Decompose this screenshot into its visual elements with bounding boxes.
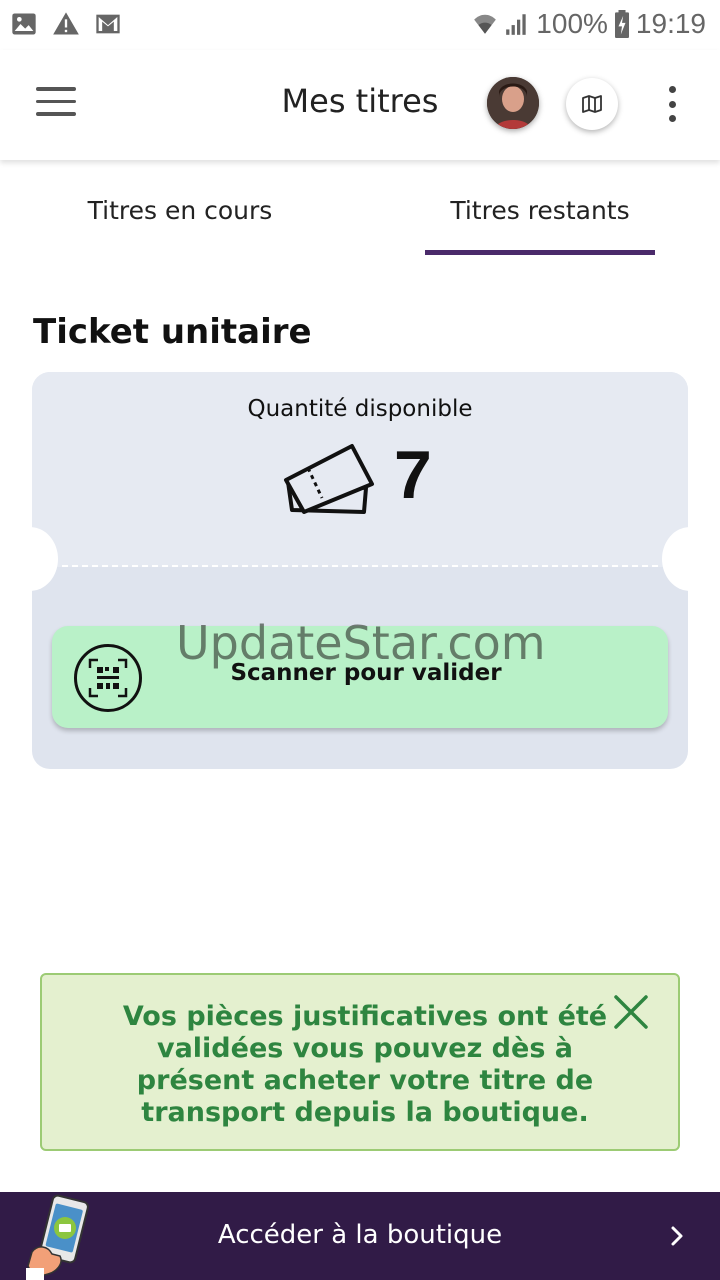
clock: 19:19: [635, 8, 706, 39]
ticket-card: Quantité disponible 7 Scanner pour valid…: [32, 372, 688, 769]
signal-icon: [506, 14, 526, 35]
chevron-right-icon: [671, 1226, 683, 1246]
quantity-label: Quantité disponible: [247, 396, 473, 422]
system-status: 100% 19:19: [472, 8, 706, 40]
watermark: UpdateStar.com: [176, 616, 546, 670]
map-button[interactable]: [566, 78, 618, 130]
tab-titres-restants[interactable]: Titres restants: [425, 196, 655, 225]
warning-icon: [53, 12, 79, 35]
image-icon: [12, 13, 36, 35]
close-icon[interactable]: [612, 993, 650, 1031]
notice-banner: Vos pièces justificatives ont été validé…: [40, 973, 680, 1151]
menu-icon[interactable]: [36, 87, 76, 119]
status-bar: 100% 19:19: [0, 0, 720, 50]
tab-indicator: [425, 250, 655, 255]
tab-titres-en-cours[interactable]: Titres en cours: [60, 196, 300, 225]
tickets-icon: [284, 444, 374, 514]
quantity-value: 7: [394, 437, 432, 513]
ticket-perforation: [62, 565, 658, 567]
more-vert-icon[interactable]: [660, 86, 684, 122]
page-title: Mes titres: [281, 82, 439, 120]
battery-percentage: 100%: [536, 8, 608, 39]
map-icon: [582, 95, 602, 113]
shop-bar-label: Accéder à la boutique: [217, 1220, 503, 1250]
gmail-icon: [96, 14, 120, 34]
notice-text: Vos pièces justificatives ont été validé…: [122, 1001, 608, 1128]
app-bar: Mes titres: [0, 50, 720, 160]
section-title: Ticket unitaire: [33, 312, 312, 352]
shop-bar[interactable]: Accéder à la boutique: [0, 1192, 720, 1280]
notification-icons: [10, 10, 122, 38]
wifi-icon: [474, 14, 497, 34]
battery-charging-icon: [614, 10, 629, 38]
tab-bar: Titres en cours Titres restants: [0, 160, 720, 260]
avatar[interactable]: [487, 77, 539, 129]
